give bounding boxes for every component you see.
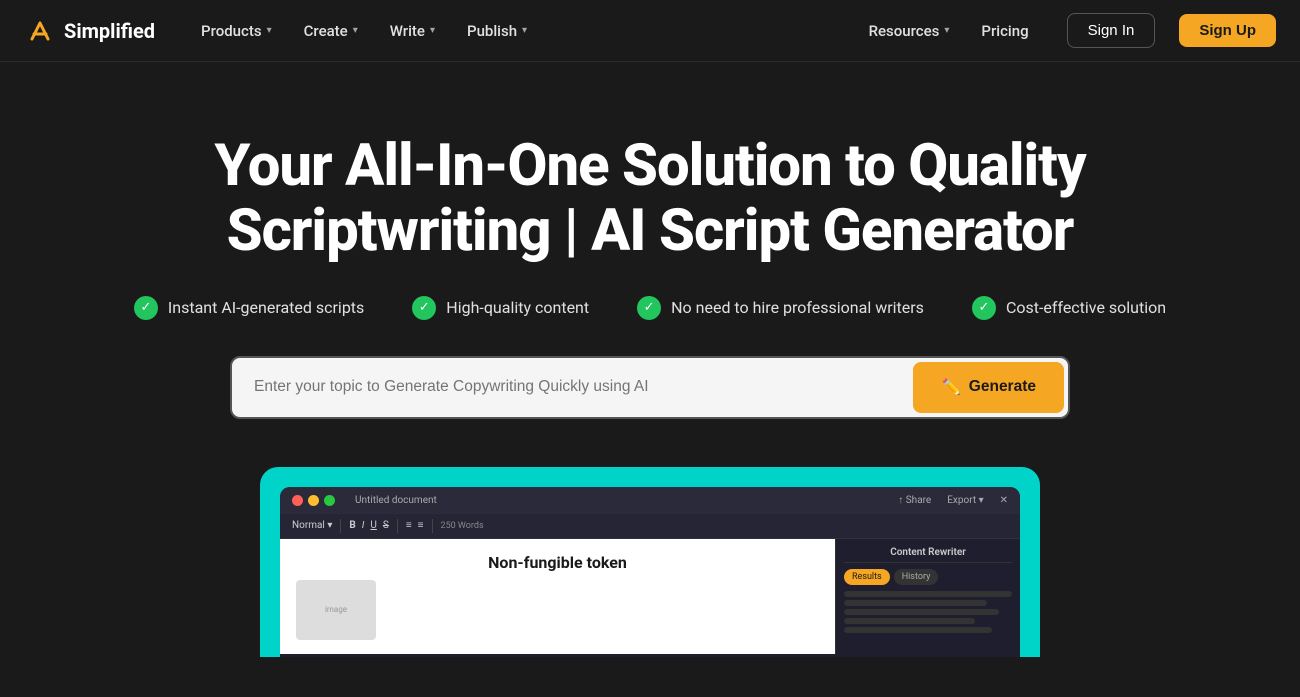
panel-header: Content Rewriter [844, 547, 1012, 563]
toolbar-format-normal[interactable]: Normal ▾ [292, 520, 332, 531]
hero-features: ✓ Instant AI-generated scripts ✓ High-qu… [20, 296, 1280, 320]
editor-image-placeholder: image [296, 580, 376, 640]
nav-label-products: Products [201, 22, 262, 40]
text-line [844, 627, 992, 633]
text-line [844, 609, 999, 615]
chevron-down-icon: ▾ [430, 25, 435, 36]
window-close-dot[interactable] [292, 495, 303, 506]
feature-label-4: Cost-effective solution [1006, 298, 1166, 317]
text-line [844, 591, 1012, 597]
check-icon: ✓ [637, 296, 661, 320]
topic-input[interactable] [232, 360, 909, 414]
window-maximize-dot[interactable] [324, 495, 335, 506]
app-preview-wrapper: Untitled document ↑ Share Export ▾ ✕ Nor… [20, 467, 1280, 657]
nav-item-write[interactable]: Write ▾ [376, 14, 449, 48]
generate-icon: ✏️ [941, 378, 960, 397]
window-content: Non-fungible token image Content Rewrite… [280, 539, 1020, 654]
toolbar-word-count: 250 Words [441, 521, 484, 531]
window-dots [292, 495, 335, 506]
feature-item-3: ✓ No need to hire professional writers [637, 296, 924, 320]
nav-item-pricing[interactable]: Pricing [967, 14, 1042, 48]
check-icon: ✓ [134, 296, 158, 320]
editor-area[interactable]: Non-fungible token image [280, 539, 835, 654]
feature-item-2: ✓ High-quality content [412, 296, 589, 320]
window-minimize-dot[interactable] [308, 495, 319, 506]
generate-label: Generate [969, 378, 1036, 396]
feature-label-1: Instant AI-generated scripts [168, 298, 364, 317]
toolbar-list[interactable]: ≡ [406, 520, 412, 531]
nav-item-resources[interactable]: Resources ▾ [855, 14, 964, 48]
nav-label-pricing: Pricing [981, 22, 1028, 40]
logo-icon [24, 15, 56, 47]
toolbar-italic[interactable]: I [362, 520, 365, 531]
window-close-button[interactable]: ✕ [1000, 495, 1008, 506]
nav-right-links: Resources ▾ Pricing [855, 14, 1043, 48]
signin-button[interactable]: Sign In [1067, 13, 1156, 48]
topic-input-bar: ✏️ Generate [230, 356, 1070, 419]
feature-item-4: ✓ Cost-effective solution [972, 296, 1166, 320]
window-titlebar: Untitled document ↑ Share Export ▾ ✕ [280, 487, 1020, 514]
toolbar-bold[interactable]: B [349, 520, 355, 531]
logo[interactable]: Simplified [24, 15, 155, 47]
feature-label-3: No need to hire professional writers [671, 298, 924, 317]
nav-label-create: Create [304, 22, 348, 40]
panel-text-lines [844, 591, 1012, 633]
generate-button[interactable]: ✏️ Generate [913, 362, 1064, 413]
window-title: Untitled document [355, 495, 437, 506]
feature-item-1: ✓ Instant AI-generated scripts [134, 296, 364, 320]
app-window: Untitled document ↑ Share Export ▾ ✕ Nor… [280, 487, 1020, 657]
toolbar-strikethrough[interactable]: S [383, 520, 389, 531]
check-icon: ✓ [412, 296, 436, 320]
feature-label-2: High-quality content [446, 298, 589, 317]
sidebar-panel: Content Rewriter Results History [835, 539, 1020, 654]
check-icon: ✓ [972, 296, 996, 320]
share-button[interactable]: ↑ Share [898, 495, 931, 506]
app-preview-outer: Untitled document ↑ Share Export ▾ ✕ Nor… [260, 467, 1040, 657]
toolbar-separator [397, 519, 398, 533]
tab-history[interactable]: History [894, 569, 939, 585]
chevron-down-icon: ▾ [944, 25, 949, 36]
signup-button[interactable]: Sign Up [1179, 14, 1276, 47]
toolbar-underline[interactable]: U [370, 520, 376, 531]
text-line [844, 600, 987, 606]
panel-tabs: Results History [844, 569, 1012, 585]
navbar: Simplified Products ▾ Create ▾ Write ▾ P… [0, 0, 1300, 62]
nav-links: Products ▾ Create ▾ Write ▾ Publish ▾ [187, 14, 855, 48]
nav-right: Resources ▾ Pricing Sign In Sign Up [855, 13, 1276, 48]
hero-section: Your All-In-One Solution to Quality Scri… [0, 62, 1300, 697]
nav-label-write: Write [390, 22, 425, 40]
window-toolbar: Normal ▾ B I U S ≡ ≡ 250 Words [280, 514, 1020, 539]
tab-results[interactable]: Results [844, 569, 890, 585]
nav-item-products[interactable]: Products ▾ [187, 14, 286, 48]
chevron-down-icon: ▾ [267, 25, 272, 36]
toolbar-align[interactable]: ≡ [418, 520, 424, 531]
toolbar-separator [340, 519, 341, 533]
nav-item-create[interactable]: Create ▾ [290, 14, 372, 48]
export-button[interactable]: Export ▾ [947, 495, 983, 506]
nav-label-resources: Resources [869, 22, 940, 40]
hero-title: Your All-In-One Solution to Quality Scri… [200, 134, 1100, 264]
chevron-down-icon: ▾ [522, 25, 527, 36]
editor-title: Non-fungible token [296, 553, 819, 572]
text-line [844, 618, 975, 624]
chevron-down-icon: ▾ [353, 25, 358, 36]
brand-name: Simplified [64, 19, 155, 43]
toolbar-separator [432, 519, 433, 533]
nav-label-publish: Publish [467, 22, 517, 40]
nav-item-publish[interactable]: Publish ▾ [453, 14, 541, 48]
